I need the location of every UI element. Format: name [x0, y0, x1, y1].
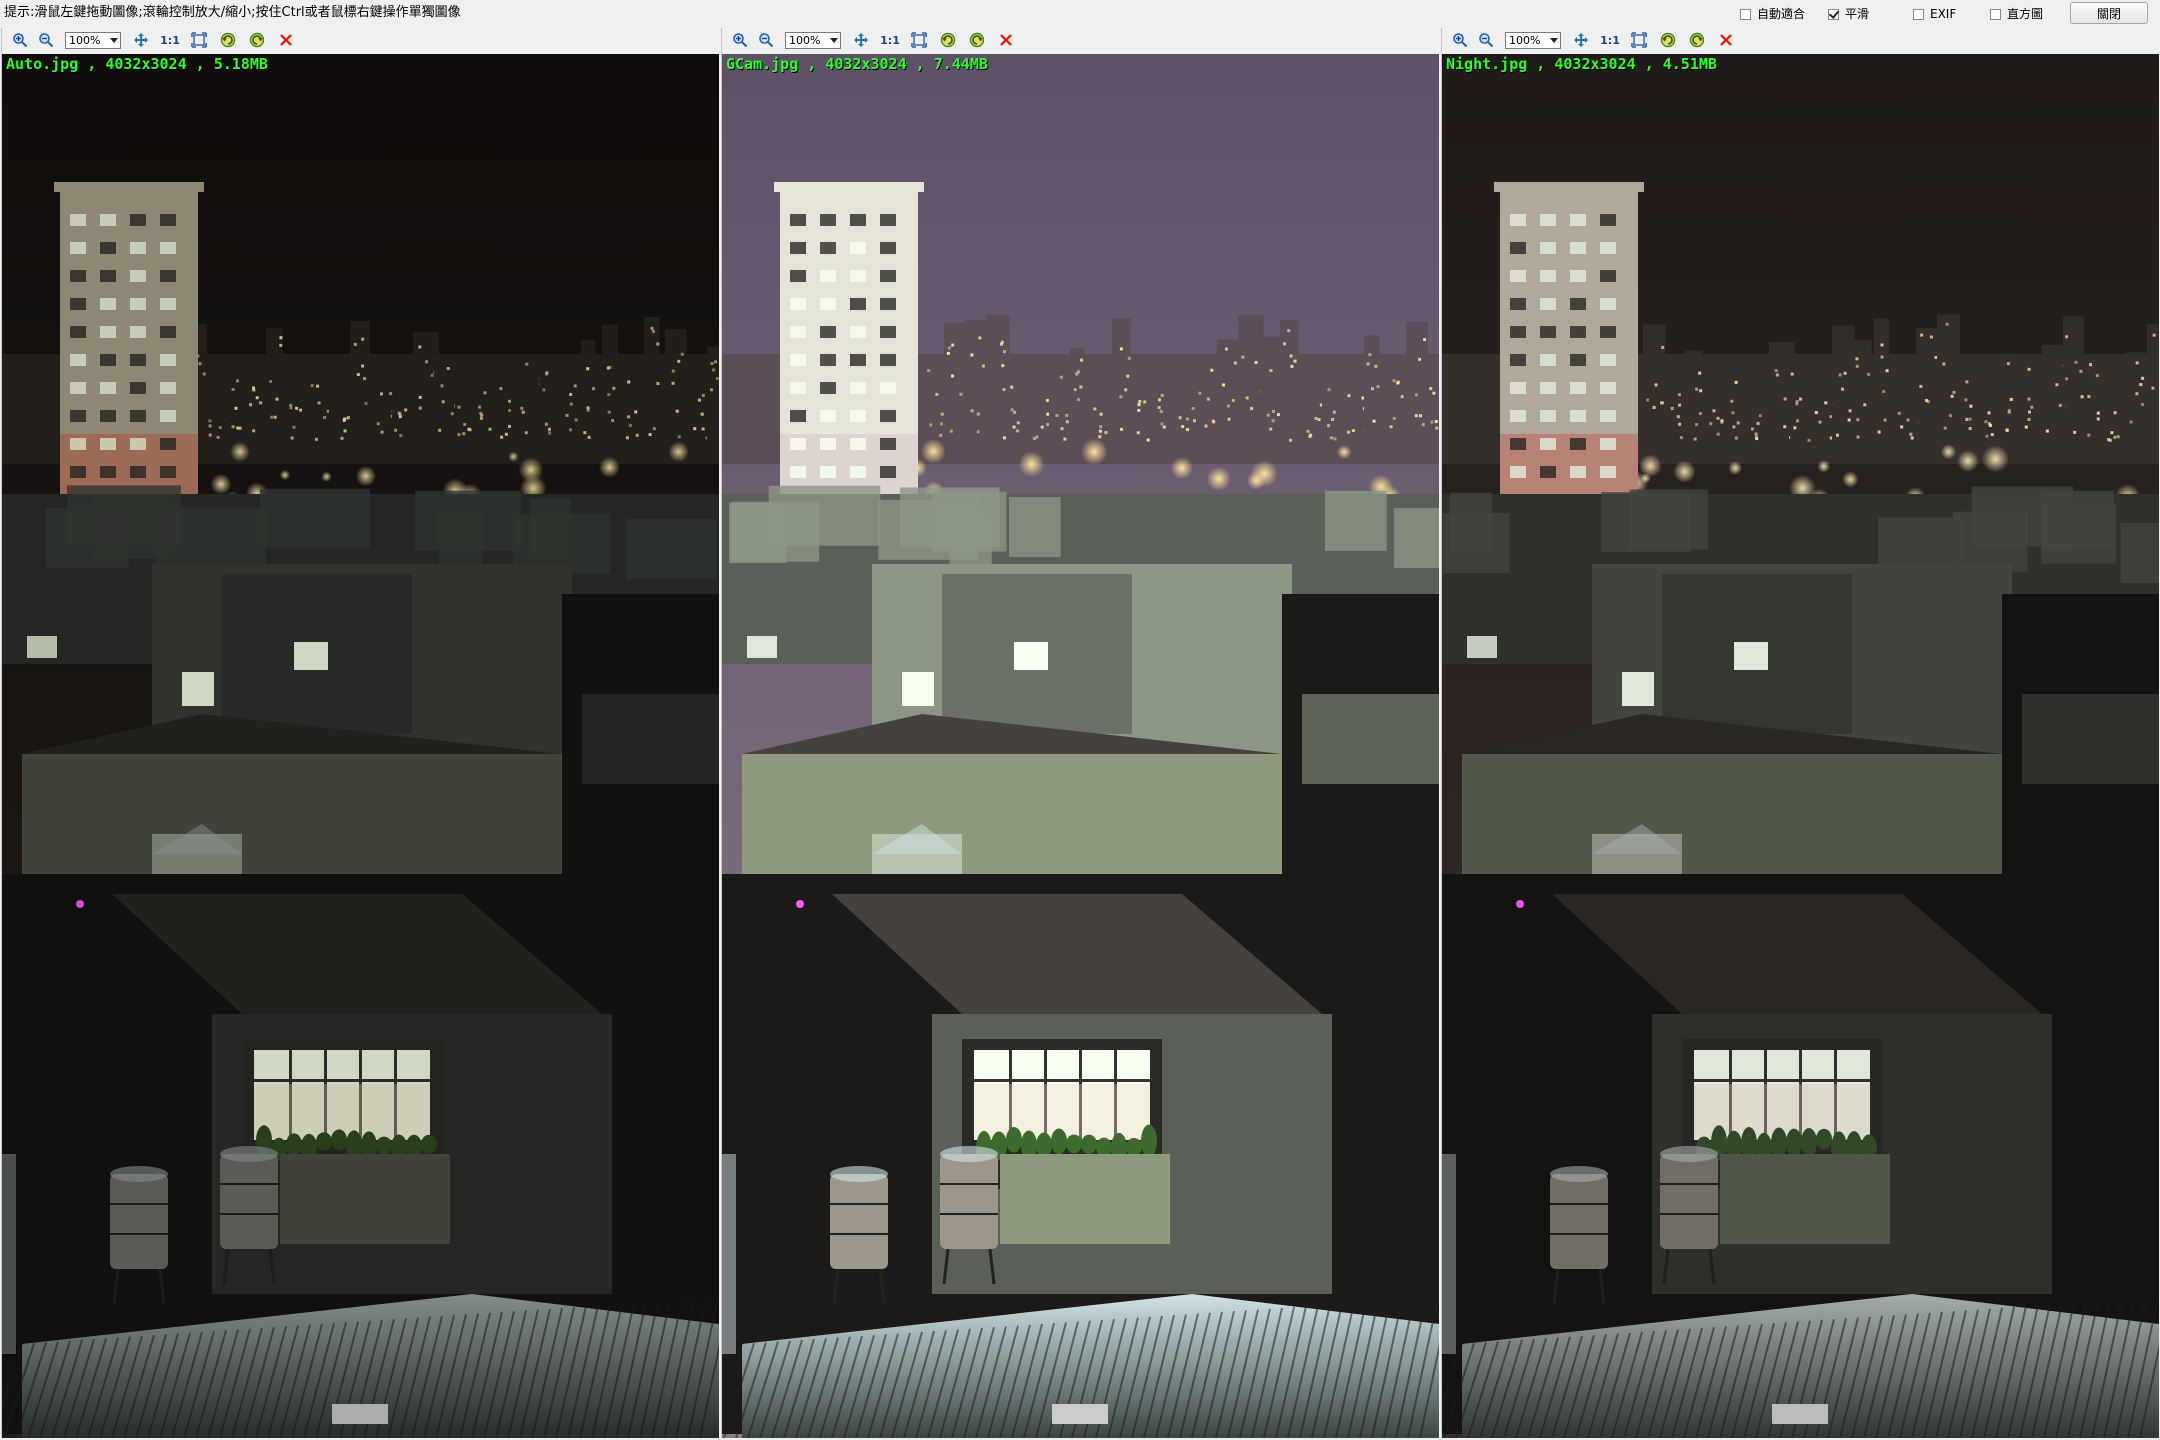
- chevron-down-icon: [830, 37, 838, 43]
- top-bar: 提示:滑鼠左鍵拖動圖像;滾輪控制放大/縮小;按住Ctrl或者鼠標右鍵操作單獨圖像…: [0, 0, 2160, 29]
- rotate-left-icon[interactable]: [1657, 29, 1679, 51]
- pane-toolbar: 100% 1:1: [2, 28, 719, 52]
- rotate-left-icon[interactable]: [937, 29, 959, 51]
- image-pane-gcam: 100% 1:1 GCam.jpg , 4032x3024 , 7.44MB: [721, 28, 1439, 1438]
- smooth-checkbox[interactable]: [1828, 8, 1839, 20]
- zoom-in-icon[interactable]: [729, 29, 751, 51]
- fit-window-icon[interactable]: [908, 29, 930, 51]
- smooth-option[interactable]: 平滑: [1828, 6, 1869, 22]
- histogram-label: 直方圖: [2007, 7, 2044, 21]
- image-pane-night: 100% 1:1 Night.jpg , 4032x3024 , 4.51MB: [1441, 28, 2159, 1438]
- actual-size-button[interactable]: 1:1: [159, 29, 181, 51]
- auto-fit-option[interactable]: 自動適合: [1740, 6, 1805, 22]
- photo-scene[interactable]: [1442, 54, 2159, 1438]
- rotate-right-icon[interactable]: [966, 29, 988, 51]
- photo-scene[interactable]: [722, 54, 1439, 1438]
- smooth-label: 平滑: [1845, 7, 1870, 21]
- auto-fit-checkbox[interactable]: [1740, 8, 1751, 20]
- image-viewport[interactable]: GCam.jpg , 4032x3024 , 7.44MB: [722, 54, 1439, 1438]
- pane-toolbar: 100% 1:1: [722, 28, 1439, 52]
- exif-checkbox[interactable]: [1913, 8, 1924, 20]
- close-button[interactable]: 關閉: [2070, 2, 2148, 24]
- histogram-option[interactable]: 直方圖: [1990, 6, 2043, 22]
- close-icon[interactable]: [995, 29, 1017, 51]
- chevron-down-icon: [1550, 37, 1558, 43]
- exif-option[interactable]: EXIF: [1913, 6, 1956, 22]
- zoom-out-icon[interactable]: [35, 29, 57, 51]
- zoom-out-icon[interactable]: [755, 29, 777, 51]
- zoom-select[interactable]: 100%: [785, 31, 841, 49]
- actual-size-button[interactable]: 1:1: [879, 29, 901, 51]
- image-caption: GCam.jpg , 4032x3024 , 7.44MB: [726, 55, 988, 73]
- chevron-down-icon: [110, 37, 118, 43]
- actual-size-button[interactable]: 1:1: [1599, 29, 1621, 51]
- zoom-value: 100%: [69, 33, 101, 47]
- rotate-left-icon[interactable]: [217, 29, 239, 51]
- pan-icon[interactable]: [130, 29, 152, 51]
- hint-text: 提示:滑鼠左鍵拖動圖像;滾輪控制放大/縮小;按住Ctrl或者鼠標右鍵操作單獨圖像: [4, 5, 461, 20]
- image-viewport[interactable]: Night.jpg , 4032x3024 , 4.51MB: [1442, 54, 2159, 1438]
- zoom-select[interactable]: 100%: [1505, 31, 1561, 49]
- pane-toolbar: 100% 1:1: [1442, 28, 2159, 52]
- rotate-right-icon[interactable]: [1686, 29, 1708, 51]
- close-icon[interactable]: [275, 29, 297, 51]
- photo-scene[interactable]: [2, 54, 719, 1438]
- image-caption: Auto.jpg , 4032x3024 , 5.18MB: [6, 55, 268, 73]
- exif-label: EXIF: [1930, 7, 1957, 21]
- image-caption: Night.jpg , 4032x3024 , 4.51MB: [1446, 55, 1717, 73]
- image-viewport[interactable]: Auto.jpg , 4032x3024 , 5.18MB: [2, 54, 719, 1438]
- zoom-in-icon[interactable]: [1449, 29, 1471, 51]
- fit-window-icon[interactable]: [1628, 29, 1650, 51]
- zoom-value: 100%: [789, 33, 821, 47]
- zoom-out-icon[interactable]: [1475, 29, 1497, 51]
- fit-window-icon[interactable]: [188, 29, 210, 51]
- pan-icon[interactable]: [1570, 29, 1592, 51]
- close-icon[interactable]: [1715, 29, 1737, 51]
- rotate-right-icon[interactable]: [246, 29, 268, 51]
- zoom-value: 100%: [1509, 33, 1541, 47]
- histogram-checkbox[interactable]: [1990, 8, 2001, 20]
- image-pane-auto: 100% 1:1 Auto.jpg , 4032x3024 , 5.18MB: [1, 28, 719, 1438]
- auto-fit-label: 自動適合: [1757, 7, 1806, 21]
- zoom-select[interactable]: 100%: [65, 31, 121, 49]
- zoom-in-icon[interactable]: [9, 29, 31, 51]
- pan-icon[interactable]: [850, 29, 872, 51]
